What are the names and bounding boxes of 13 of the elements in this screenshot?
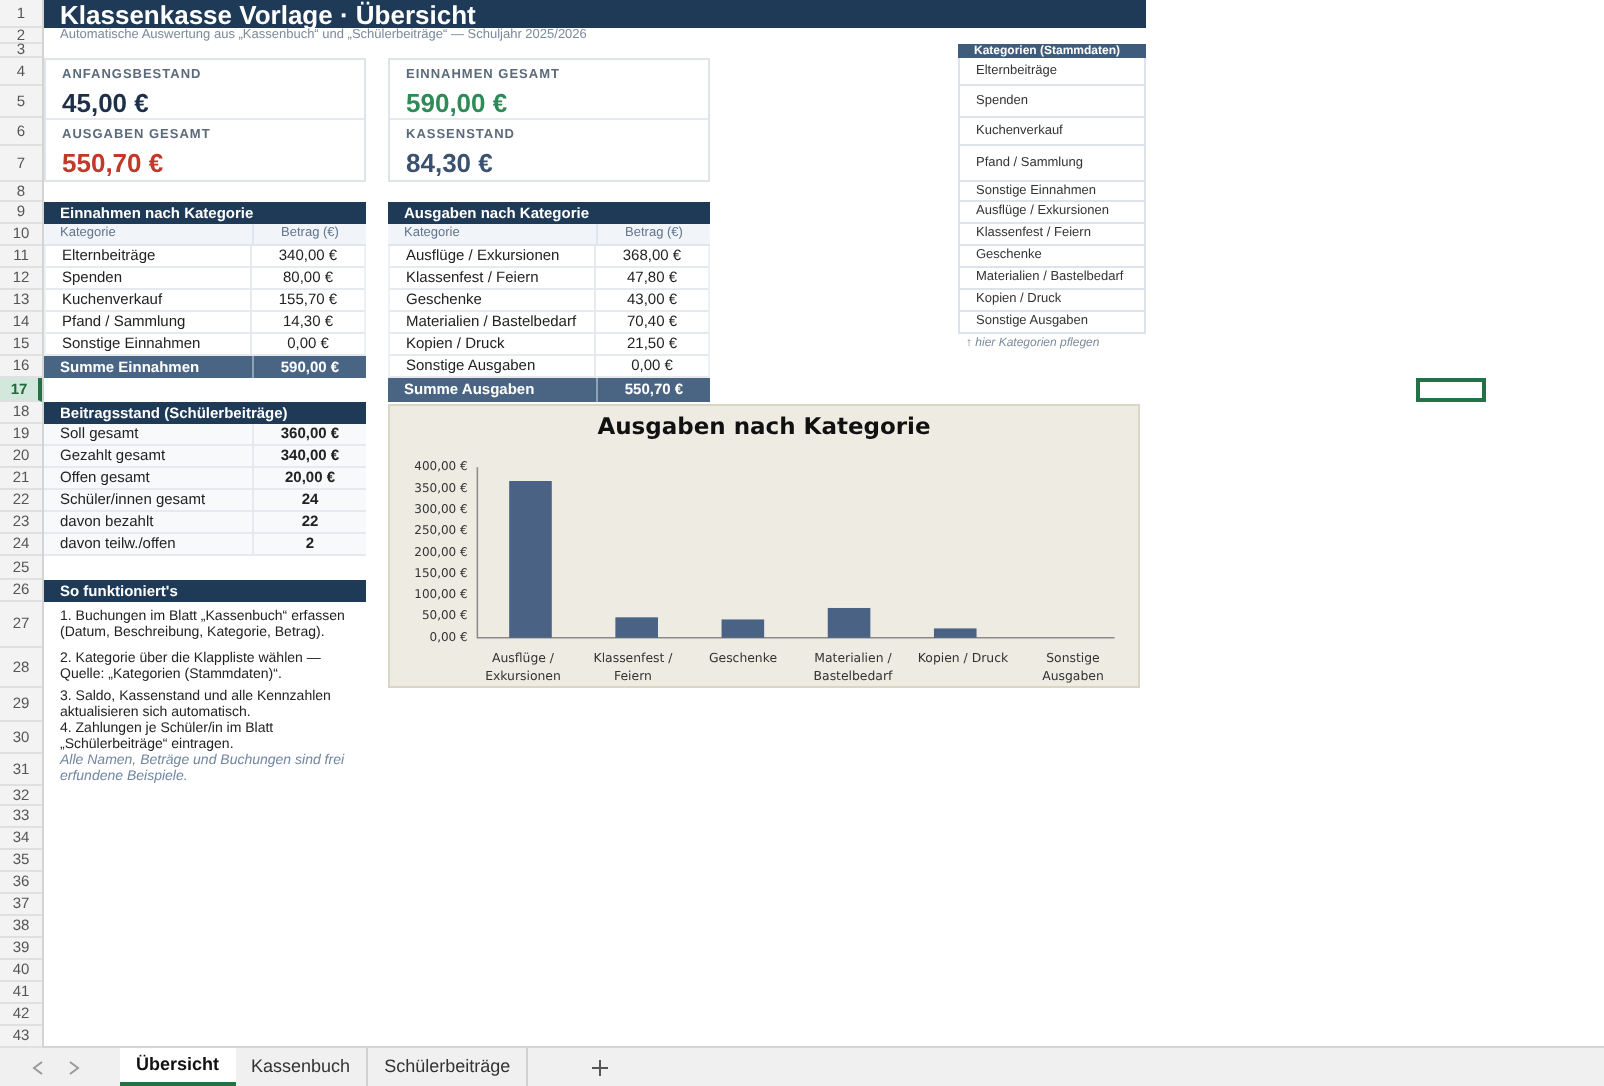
kpi-value: 45,00 €: [62, 89, 149, 115]
kpi-value: 590,00 €: [406, 89, 508, 115]
sheet-tab[interactable]: Übersicht: [120, 1048, 236, 1086]
chart-title: Ausgaben nach Kategorie: [597, 410, 931, 445]
sheet-tab[interactable]: Kassenbuch: [235, 1048, 369, 1086]
kpi-value: 84,30 €: [406, 150, 493, 176]
chevron-right-icon[interactable]: [68, 1059, 80, 1075]
add-sheet-icon[interactable]: [592, 1059, 609, 1075]
cell-cursor: [1416, 378, 1486, 402]
sheet-tab[interactable]: Schülerbeiträge: [368, 1048, 529, 1086]
chevron-left-icon[interactable]: [32, 1059, 44, 1075]
kpi-value: 550,70 €: [62, 150, 164, 176]
sheet-title: Klassenkasse Vorlage · Übersicht: [60, 1, 476, 27]
